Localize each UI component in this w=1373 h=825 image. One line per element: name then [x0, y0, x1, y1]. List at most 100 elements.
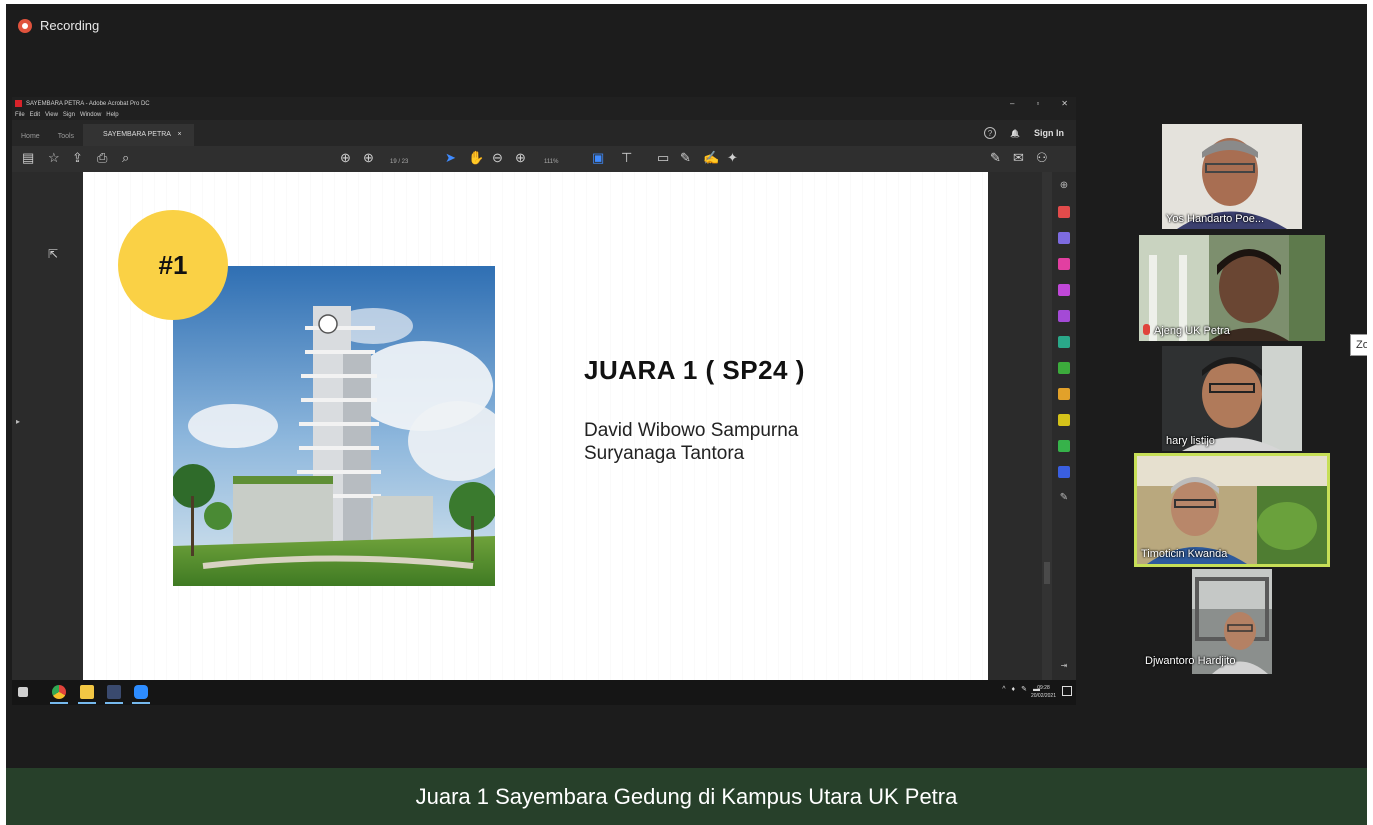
maximize-button[interactable]: ▫	[1036, 99, 1039, 108]
tray-mic-icon[interactable]: ♦	[1012, 686, 1016, 693]
building-render-image	[173, 266, 495, 586]
zoom-search-icon[interactable]: ⊕	[1058, 180, 1070, 192]
notification-icon[interactable]	[1062, 686, 1072, 696]
comment-tool-icon[interactable]	[1058, 232, 1070, 244]
right-tools-pane: ⊕ ✎ ⇥	[1052, 172, 1076, 680]
search-icon[interactable]: ⌕	[122, 151, 129, 165]
hand-tool-icon[interactable]: ✋	[468, 151, 484, 165]
zoom-taskbar-icon[interactable]	[134, 685, 148, 699]
participant-name: Timoticin Kwanda	[1141, 548, 1228, 560]
chrome-icon[interactable]	[52, 685, 66, 699]
close-window-button[interactable]: ✕	[1061, 99, 1068, 108]
tab-document[interactable]: SAYEMBARA PETRA ×	[83, 124, 194, 146]
vertical-scrollbar[interactable]	[1042, 172, 1052, 680]
stamp-icon[interactable]: ✦	[727, 151, 738, 165]
tab-document-label: SAYEMBARA PETRA	[103, 131, 171, 138]
clock-time: 09:28	[1037, 685, 1050, 691]
combine-files-icon[interactable]	[1058, 362, 1070, 374]
left-nav-panel: ⇱ ▸	[12, 172, 83, 680]
fill-sign-tool-icon[interactable]	[1058, 310, 1070, 322]
windows-start-icon[interactable]	[18, 687, 28, 697]
taskbar-clock[interactable]: 09:28 20/02/2021	[1031, 684, 1056, 700]
participant-tile-1[interactable]: Yos Handarto Poe...	[1162, 124, 1302, 229]
recording-indicator[interactable]: Recording	[18, 18, 99, 33]
participant-tile-3[interactable]: hary listijo	[1162, 346, 1302, 451]
menu-edit[interactable]: Edit	[30, 112, 40, 118]
pointer-cursor-icon: ⇱	[48, 247, 59, 261]
next-page-icon[interactable]: ⊕	[363, 151, 374, 165]
participant-name: Ajeng UK Petra	[1143, 324, 1230, 337]
zoom-in-icon[interactable]: ⊕	[515, 151, 526, 165]
save-icon[interactable]: ▤	[22, 151, 34, 165]
participant-tile-2[interactable]: Ajeng UK Petra	[1139, 235, 1325, 341]
acrobat-active-indicator	[105, 702, 123, 704]
menu-bar: File Edit View Sign Window Help	[12, 110, 1076, 120]
clock-date: 20/02/2021	[1030, 693, 1056, 699]
page-indicator[interactable]: 19 / 23	[390, 155, 408, 169]
zoom-side-tooltip[interactable]: Zo	[1350, 334, 1367, 356]
comment-icon[interactable]: ▭	[657, 151, 669, 165]
create-pdf-icon[interactable]	[1058, 336, 1070, 348]
print-icon[interactable]: ⎙	[97, 151, 107, 165]
export-pdf-icon[interactable]	[1058, 206, 1070, 218]
bookmark-star-icon[interactable]: ☆	[48, 151, 60, 165]
acrobat-taskbar-icon[interactable]	[107, 685, 121, 699]
window-title: SAYEMBARA PETRA - Adobe Acrobat Pro DC	[26, 100, 150, 107]
acrobat-titlebar: SAYEMBARA PETRA - Adobe Acrobat Pro DC –…	[12, 97, 1076, 110]
minimize-button[interactable]: –	[1010, 99, 1014, 108]
pdf-page: #1 JUARA 1 ( SP24 ) David Wibowo Sampurn…	[83, 172, 988, 680]
prev-page-icon[interactable]: ⊕	[340, 151, 351, 165]
tab-tools[interactable]: Tools	[49, 133, 83, 146]
highlight-tool-icon[interactable]: ⊤	[621, 151, 632, 165]
bell-icon[interactable]: 🔔	[1010, 129, 1020, 138]
send-comments-icon[interactable]	[1058, 414, 1070, 426]
tray-pen-icon[interactable]: ✎	[1021, 685, 1027, 693]
select-cursor-icon[interactable]: ➤	[445, 151, 456, 165]
acrobat-toolbar: ▤ ☆ ⇪ ⎙ ⌕ ⊕ ⊕ 19 / 23 ➤ ✋ ⊖ ⊕ 111% ▣ ⊤ ▭…	[12, 146, 1076, 172]
print-production-icon[interactable]	[1058, 440, 1070, 452]
zoom-active-indicator	[132, 702, 150, 704]
help-icon[interactable]: ?	[984, 127, 997, 139]
rank-badge: #1	[118, 210, 228, 320]
sign-icon[interactable]: ✍	[703, 151, 719, 165]
participant-name: hary listijo	[1166, 435, 1215, 447]
menu-sign[interactable]: Sign	[63, 112, 75, 118]
collapse-pane-icon[interactable]: ⇥	[1058, 660, 1070, 672]
chrome-active-indicator	[50, 702, 68, 704]
scrollbar-thumb[interactable]	[1044, 562, 1050, 584]
more-tools-icon[interactable]: ✎	[1058, 492, 1070, 504]
zoom-level-select[interactable]: 111%	[544, 155, 558, 169]
share-user-icon[interactable]: ⚇	[1036, 151, 1048, 165]
edit-pdf-icon[interactable]	[1058, 284, 1070, 296]
participant-name-5: Djwantoro Hardjito	[1145, 655, 1236, 667]
protect-icon[interactable]	[1058, 466, 1070, 478]
tab-bar: Home Tools SAYEMBARA PETRA × ? 🔔 Sign In	[12, 120, 1076, 146]
upload-icon[interactable]: ⇪	[72, 151, 83, 165]
fill-sign-icon[interactable]: ✎	[990, 151, 1001, 165]
zoom-out-icon[interactable]: ⊖	[492, 151, 503, 165]
muted-mic-icon	[1143, 324, 1150, 335]
shared-screen-acrobat: SAYEMBARA PETRA - Adobe Acrobat Pro DC –…	[12, 97, 1076, 705]
organize-pages-icon[interactable]	[1058, 258, 1070, 270]
windows-taskbar: ^ ♦ ✎ ▬ 09:28 20/02/2021	[12, 680, 1076, 705]
zoom-meeting-window: Recording SAYEMBARA PETRA - Adobe Acroba…	[6, 4, 1367, 768]
export-tool-icon[interactable]	[1058, 388, 1070, 400]
tab-home[interactable]: Home	[12, 133, 49, 146]
winner-name-2: Suryanaga Tantora	[584, 443, 745, 464]
email-icon[interactable]: ✉	[1013, 151, 1024, 165]
expand-panel-arrow-icon[interactable]: ▸	[16, 417, 20, 426]
tray-chevron-icon[interactable]: ^	[1002, 686, 1005, 693]
participant-name: Yos Handarto Poe...	[1166, 213, 1265, 225]
explorer-active-indicator	[78, 702, 96, 704]
participant-tile-4[interactable]: Timoticin Kwanda	[1134, 453, 1330, 567]
slide-title: JUARA 1 ( SP24 )	[584, 355, 805, 385]
pen-icon[interactable]: ✎	[680, 151, 691, 165]
menu-window[interactable]: Window	[80, 112, 101, 118]
page-view-icon[interactable]: ▣	[592, 151, 604, 165]
file-explorer-icon[interactable]	[80, 685, 94, 699]
menu-view[interactable]: View	[45, 112, 58, 118]
sign-in-button[interactable]: Sign In	[1034, 128, 1064, 138]
menu-file[interactable]: File	[15, 112, 25, 118]
close-tab-icon[interactable]: ×	[178, 131, 182, 138]
menu-help[interactable]: Help	[106, 112, 118, 118]
